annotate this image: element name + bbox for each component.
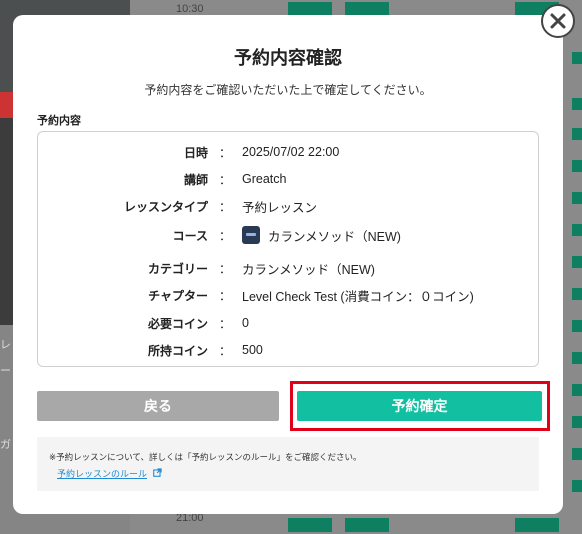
notice-box: ※予約レッスンについて、詳しくは「予約レッスンのルール」をご確認ください。 予約… — [37, 437, 539, 491]
detail-colon: ： — [218, 199, 231, 214]
background-time-label: 10:30 — [176, 3, 204, 15]
background-slot — [572, 224, 582, 236]
detail-row-owned-coins: 所持コイン ： 500 — [38, 340, 538, 360]
dialog-title: 予約内容確認 — [234, 48, 342, 69]
detail-value: カランメソッド（NEW) — [242, 226, 538, 245]
confirm-reservation-button[interactable]: 予約確定 — [297, 391, 542, 421]
background-slot — [572, 448, 582, 460]
background-slot — [572, 98, 582, 110]
detail-value: Level Check Test (消費コイン：０コイン) — [242, 289, 474, 304]
background-slot — [345, 2, 389, 16]
detail-label: 日時 — [183, 145, 208, 160]
background-slot — [572, 384, 582, 396]
background-slot — [572, 52, 582, 64]
detail-value: 0 — [242, 316, 249, 330]
background-text: レ — [0, 338, 11, 351]
detail-row-category: カテゴリー ： カランメソッド（NEW) — [38, 258, 538, 278]
detail-colon: ： — [218, 228, 231, 243]
background-slot — [345, 518, 389, 532]
background-text: ー — [0, 364, 11, 377]
detail-colon: ： — [218, 261, 231, 276]
detail-value: 予約レッスン — [242, 200, 318, 215]
detail-value: 500 — [242, 343, 263, 357]
background-slot — [572, 416, 582, 428]
course-name: カランメソッド（NEW) — [268, 229, 401, 244]
reservation-details-box: 日時 ： 2025/07/02 22:00 講師 ： Greatch レッスンタ… — [37, 131, 539, 367]
detail-label: 所持コイン — [147, 343, 208, 358]
background-slot — [572, 352, 582, 364]
detail-row-course: コース ： カランメソッド（NEW) — [38, 225, 538, 245]
detail-colon: ： — [218, 343, 231, 358]
detail-label: チャプター — [148, 288, 208, 303]
background-slot — [572, 128, 582, 140]
background-text: ガ — [0, 438, 11, 451]
detail-label: コース — [172, 228, 208, 243]
background-slot — [288, 2, 332, 16]
close-icon — [550, 13, 566, 29]
reservation-rules-link[interactable]: 予約レッスンのルール — [57, 467, 147, 480]
notice-text: ※予約レッスンについて、詳しくは「予約レッスンのルール」をご確認ください。 — [49, 453, 362, 463]
detail-colon: ： — [218, 316, 231, 331]
detail-label: 必要コイン — [147, 316, 208, 331]
background-play-icon — [0, 92, 14, 118]
detail-label: レッスンタイプ — [123, 199, 208, 214]
detail-row-lesson-type: レッスンタイプ ： 予約レッスン — [38, 196, 538, 216]
detail-row-chapter: チャプター ： Level Check Test (消費コイン：０コイン) — [38, 285, 538, 305]
detail-label: 講師 — [183, 172, 208, 187]
background-slot — [572, 288, 582, 300]
detail-row-datetime: 日時 ： 2025/07/02 22:00 — [38, 142, 538, 162]
back-button[interactable]: 戻る — [37, 391, 279, 421]
detail-row-teacher: 講師 ： Greatch — [38, 169, 538, 189]
section-label: 予約内容 — [37, 114, 81, 127]
background-slot — [288, 518, 332, 532]
course-thumbnail-icon — [242, 226, 260, 244]
background-slot — [572, 320, 582, 332]
detail-colon: ： — [218, 288, 231, 303]
background-slot — [515, 518, 559, 532]
detail-value: カランメソッド（NEW) — [242, 262, 375, 277]
background-slot — [572, 160, 582, 172]
background-slot — [572, 256, 582, 268]
detail-label: カテゴリー — [147, 261, 208, 276]
background-slot — [572, 480, 582, 492]
external-link-icon — [153, 468, 162, 477]
dialog-subtitle: 予約内容をご確認いただいた上で確定してください。 — [144, 83, 432, 97]
detail-value: Greatch — [242, 172, 287, 186]
background-slot — [572, 192, 582, 204]
reservation-confirm-dialog: 予約内容確認 予約内容をご確認いただいた上で確定してください。 予約内容 日時 … — [13, 15, 563, 514]
detail-value: 2025/07/02 22:00 — [242, 145, 340, 159]
detail-colon: ： — [218, 172, 231, 187]
detail-row-required-coins: 必要コイン ： 0 — [38, 313, 538, 333]
close-button[interactable] — [541, 4, 575, 38]
detail-colon: ： — [218, 145, 231, 160]
